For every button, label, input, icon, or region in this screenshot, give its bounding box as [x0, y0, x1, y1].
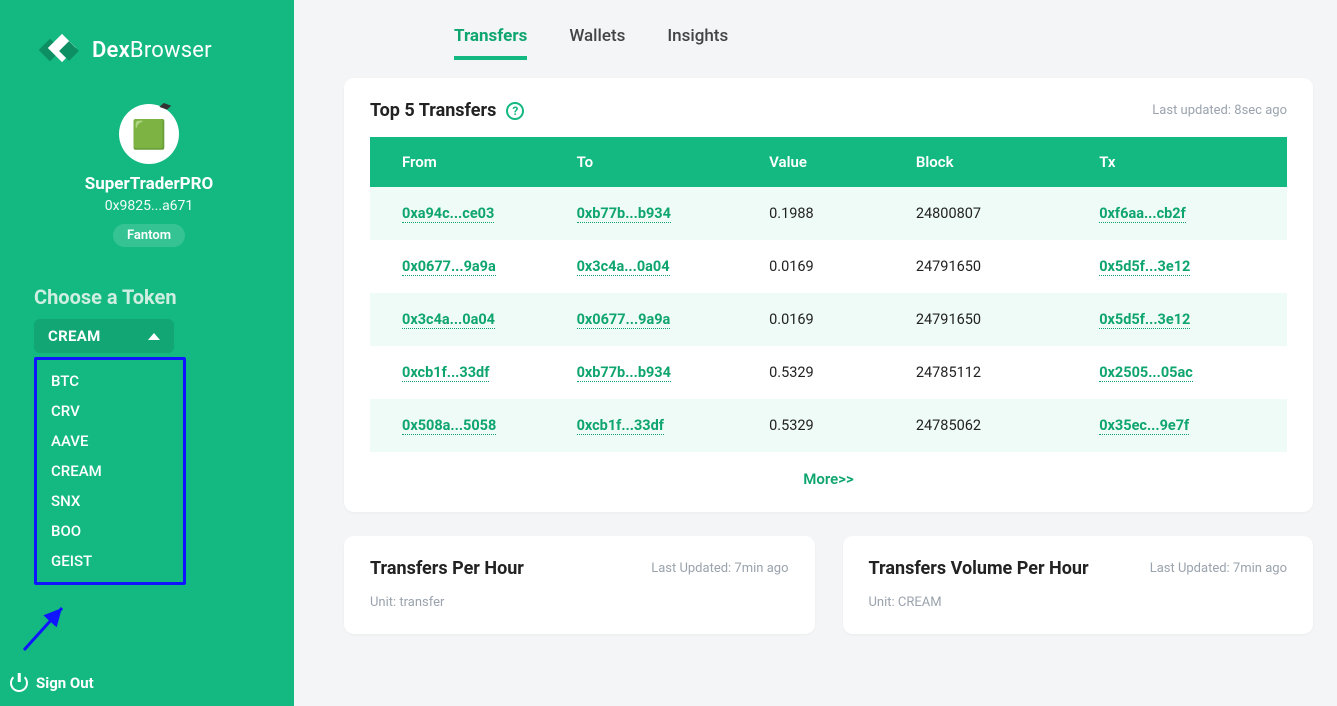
panel-title: Top 5 Transfers: [370, 100, 496, 121]
panel-updated: Last Updated: 7min ago: [1150, 561, 1287, 576]
table-row: 0x3c4a...0a04 0x0677...9a9a 0.0169 24791…: [370, 293, 1287, 346]
col-to: To: [563, 137, 756, 187]
power-icon: [10, 674, 28, 692]
panel-title: Transfers Per Hour: [370, 558, 524, 579]
token-option[interactable]: BTC: [37, 366, 183, 396]
tab-insights[interactable]: Insights: [667, 26, 728, 60]
tx-link[interactable]: 0xf6aa...cb2f: [1099, 205, 1186, 223]
profile-block: ▰ 🟩 SuperTraderPRO 0x9825...a671 Fantom: [34, 104, 264, 247]
token-option[interactable]: GEIST: [37, 546, 183, 576]
tab-transfers[interactable]: Transfers: [454, 26, 527, 60]
from-link[interactable]: 0xcb1f...33df: [402, 364, 489, 382]
top-transfers-panel: Top 5 Transfers ? Last updated: 8sec ago…: [344, 78, 1313, 512]
tx-link[interactable]: 0x5d5f...3e12: [1099, 258, 1190, 276]
col-value: Value: [755, 137, 902, 187]
col-from: From: [370, 137, 563, 187]
block-cell: 24785112: [902, 346, 1085, 399]
profile-address: 0x9825...a671: [34, 198, 264, 214]
avatar-face-icon: 🟩: [132, 118, 167, 151]
value-cell: 0.1988: [755, 187, 902, 240]
avatar[interactable]: ▰ 🟩: [119, 104, 179, 164]
to-link[interactable]: 0x0677...9a9a: [577, 311, 671, 329]
tx-link[interactable]: 0x5d5f...3e12: [1099, 311, 1190, 329]
to-link[interactable]: 0xcb1f...33df: [577, 417, 664, 435]
token-option[interactable]: SNX: [37, 486, 183, 516]
dex-logo-icon: [34, 26, 82, 74]
annotation-arrow-icon: [18, 600, 74, 656]
to-link[interactable]: 0x3c4a...0a04: [577, 258, 670, 276]
brand-name: DexBrowser: [92, 38, 212, 63]
tx-link[interactable]: 0x35ec...9e7f: [1099, 417, 1189, 435]
token-dropdown-list: BTC CRV AAVE CREAM SNX BOO GEIST: [34, 357, 186, 585]
transfers-volume-per-hour-panel: Transfers Volume Per Hour Last Updated: …: [843, 536, 1314, 634]
choose-token-title: Choose a Token: [34, 285, 264, 309]
signout-button[interactable]: Sign Out: [10, 674, 94, 692]
panel-title: Transfers Volume Per Hour: [869, 558, 1089, 579]
table-row: 0x508a...5058 0xcb1f...33df 0.5329 24785…: [370, 399, 1287, 452]
token-select[interactable]: CREAM: [34, 319, 174, 353]
transfers-per-hour-panel: Transfers Per Hour Last Updated: 7min ag…: [344, 536, 815, 634]
transfers-table: From To Value Block Tx 0xa94c...ce03 0xb…: [370, 137, 1287, 452]
col-tx: Tx: [1085, 137, 1287, 187]
from-link[interactable]: 0x0677...9a9a: [402, 258, 496, 276]
token-option[interactable]: AAVE: [37, 426, 183, 456]
table-row: 0xa94c...ce03 0xb77b...b934 0.1988 24800…: [370, 187, 1287, 240]
token-option[interactable]: CRV: [37, 396, 183, 426]
value-cell: 0.5329: [755, 346, 902, 399]
block-cell: 24791650: [902, 293, 1085, 346]
from-link[interactable]: 0xa94c...ce03: [402, 205, 494, 223]
profile-username: SuperTraderPRO: [34, 174, 264, 194]
avatar-hat-icon: ▰: [158, 97, 174, 116]
col-block: Block: [902, 137, 1085, 187]
value-cell: 0.0169: [755, 240, 902, 293]
help-icon[interactable]: ?: [506, 102, 524, 120]
network-badge[interactable]: Fantom: [113, 224, 185, 247]
table-row: 0x0677...9a9a 0x3c4a...0a04 0.0169 24791…: [370, 240, 1287, 293]
to-link[interactable]: 0xb77b...b934: [577, 205, 671, 223]
from-link[interactable]: 0x508a...5058: [402, 417, 496, 435]
panel-unit: Unit: CREAM: [869, 595, 1288, 610]
token-option[interactable]: CREAM: [37, 456, 183, 486]
tabs: Transfers Wallets Insights: [294, 0, 1337, 74]
more-link[interactable]: More>>: [370, 470, 1287, 488]
brand-logo[interactable]: DexBrowser: [34, 26, 264, 74]
main-content: Transfers Wallets Insights Top 5 Transfe…: [294, 0, 1337, 706]
block-cell: 24785062: [902, 399, 1085, 452]
sidebar: DexBrowser ▰ 🟩 SuperTraderPRO 0x9825...a…: [0, 0, 294, 706]
token-option[interactable]: BOO: [37, 516, 183, 546]
from-link[interactable]: 0x3c4a...0a04: [402, 311, 495, 329]
panel-updated: Last updated: 8sec ago: [1152, 103, 1287, 118]
block-cell: 24800807: [902, 187, 1085, 240]
token-select-value: CREAM: [48, 327, 101, 345]
value-cell: 0.5329: [755, 399, 902, 452]
chevron-up-icon: [148, 333, 160, 340]
signout-label: Sign Out: [36, 674, 94, 692]
value-cell: 0.0169: [755, 293, 902, 346]
tx-link[interactable]: 0x2505...05ac: [1099, 364, 1193, 382]
to-link[interactable]: 0xb77b...b934: [577, 364, 671, 382]
table-row: 0xcb1f...33df 0xb77b...b934 0.5329 24785…: [370, 346, 1287, 399]
panel-unit: Unit: transfer: [370, 595, 789, 610]
panel-updated: Last Updated: 7min ago: [651, 561, 788, 576]
tab-wallets[interactable]: Wallets: [569, 26, 625, 60]
block-cell: 24791650: [902, 240, 1085, 293]
